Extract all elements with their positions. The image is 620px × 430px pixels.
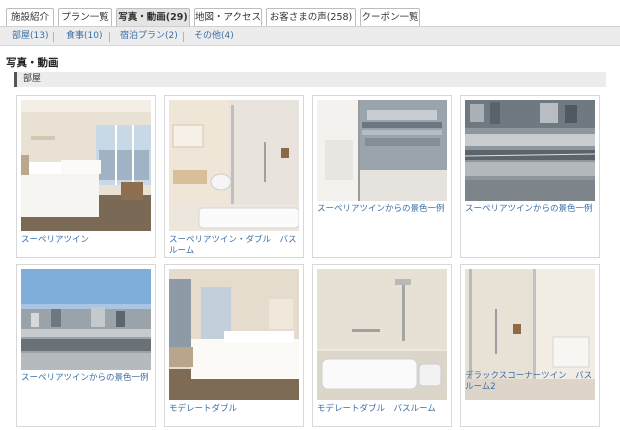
tab-photos-videos[interactable]: 写真・動画(29) [116, 8, 190, 26]
subnav-meals[interactable]: 食事(10) [66, 30, 102, 43]
bathroom-photo[interactable] [317, 269, 447, 400]
tab-facility-intro[interactable]: 施設紹介 [6, 8, 54, 26]
photo-caption[interactable]: スーペリアツインからの景色一例 [465, 204, 599, 215]
photo-card[interactable]: スーペリアツイン [16, 95, 156, 258]
tab-map-access[interactable]: 地図・アクセス [194, 8, 262, 26]
photo-card[interactable]: デラックスコーナーツイン バスルーム2 [460, 264, 600, 427]
photo-card[interactable]: モデレートダブル [164, 264, 304, 427]
category-label: 部屋 [23, 74, 42, 84]
photo-card[interactable]: スーペリアツインからの景色一例 [16, 264, 156, 427]
view-photo[interactable] [317, 100, 447, 201]
view-photo[interactable] [21, 269, 151, 370]
photo-caption[interactable]: スーペリアツインからの景色一例 [21, 373, 155, 384]
subnav-divider [109, 32, 110, 42]
tab-coupon-list[interactable]: クーポン一覧 [360, 8, 420, 26]
photo-card[interactable]: モデレートダブル バスルーム [312, 264, 452, 427]
photo-caption[interactable]: デラックスコーナーツイン バスルーム2 [465, 371, 599, 393]
section-title: 写真・動画 [6, 57, 59, 69]
photo-caption[interactable]: スーペリアツイン [21, 235, 155, 246]
subnav-divider [183, 32, 184, 42]
subnav-rooms[interactable]: 部屋(13) [12, 30, 48, 43]
photo-category-nav: 部屋(13) 食事(10) 宿泊プラン(2) その他(4) [0, 26, 620, 46]
photo-caption[interactable]: モデレートダブル バスルーム [317, 404, 451, 415]
photo-card[interactable]: スーペリアツイン・ダブル バスルーム [164, 95, 304, 258]
photo-card[interactable]: スーペリアツインからの景色一例 [460, 95, 600, 258]
subnav-divider [53, 32, 54, 42]
photo-caption[interactable]: スーペリアツイン・ダブル バスルーム [169, 235, 303, 257]
room-photo[interactable] [169, 269, 299, 400]
bathroom-photo[interactable] [169, 100, 299, 231]
photo-caption[interactable]: モデレートダブル [169, 404, 303, 415]
category-header: 部屋 [14, 72, 606, 87]
subnav-other[interactable]: その他(4) [194, 30, 234, 43]
facility-tab-bar: 施設紹介 プラン一覧 写真・動画(29) 地図・アクセス お客さまの声(258)… [0, 0, 620, 26]
tab-guest-reviews[interactable]: お客さまの声(258) [266, 8, 356, 26]
subnav-stay-plans[interactable]: 宿泊プラン(2) [120, 30, 178, 43]
photo-card[interactable]: スーペリアツインからの景色一例 [312, 95, 452, 258]
photo-caption[interactable]: スーペリアツインからの景色一例 [317, 204, 451, 215]
view-photo[interactable] [465, 100, 595, 201]
tab-plan-list[interactable]: プラン一覧 [58, 8, 112, 26]
room-photo[interactable] [21, 100, 151, 231]
